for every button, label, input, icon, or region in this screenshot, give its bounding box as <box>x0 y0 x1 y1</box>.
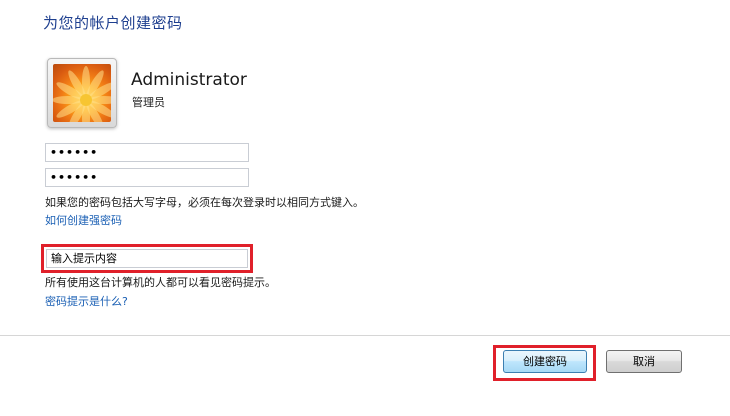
password-hint-field[interactable]: 输入提示内容 <box>46 249 248 268</box>
user-avatar <box>47 58 117 128</box>
flower-avatar-icon <box>53 64 111 122</box>
cancel-button[interactable]: 取消 <box>606 350 682 373</box>
flower-graphic <box>53 66 111 122</box>
hint-visibility-note: 所有使用这台计算机的人都可以看见密码提示。 <box>45 276 276 289</box>
confirm-password-field[interactable]: •••••• <box>45 168 249 187</box>
strong-password-link[interactable]: 如何创建强密码 <box>45 212 122 228</box>
what-is-hint-link[interactable]: 密码提示是什么? <box>45 293 128 309</box>
page-title: 为您的帐户创建密码 <box>43 14 183 32</box>
case-sensitivity-note: 如果您的密码包括大写字母，必须在每次登录时以相同方式键入。 <box>45 196 364 209</box>
create-password-button[interactable]: 创建密码 <box>503 350 587 373</box>
footer-divider <box>0 335 730 336</box>
create-password-page: 为您的帐户创建密码 Administrator 管理员 •••••• •••••… <box>0 0 730 416</box>
new-password-field[interactable]: •••••• <box>45 143 249 162</box>
user-role: 管理员 <box>132 96 165 109</box>
user-name: Administrator <box>131 70 247 90</box>
